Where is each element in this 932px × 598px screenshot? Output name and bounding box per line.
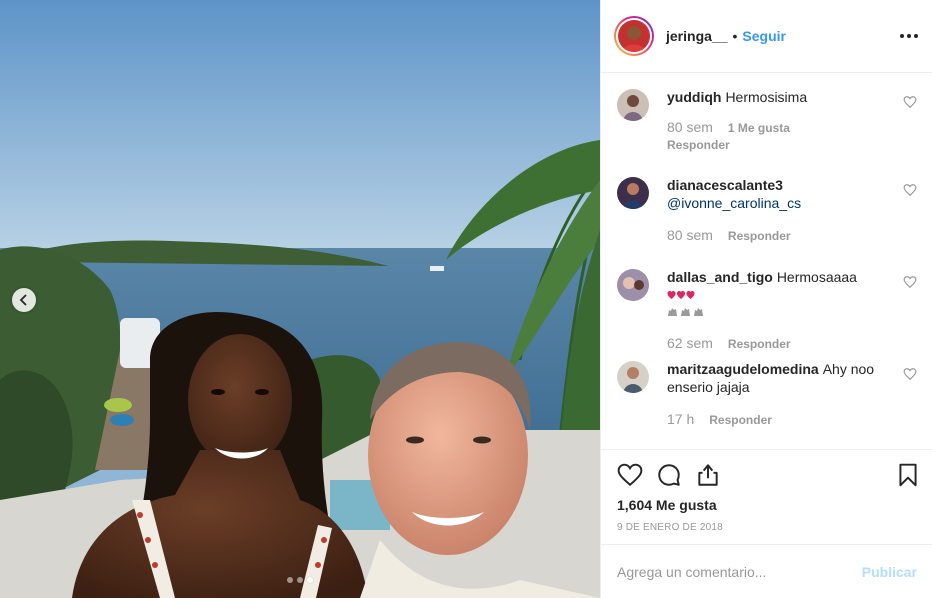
comment-text: dianacescalante3 @ivonne_carolina_cs xyxy=(667,176,879,212)
comment-input[interactable] xyxy=(617,563,862,580)
comment-item: dallas_and_tigo Hermosaaaa 62 sem Respon… xyxy=(617,268,917,352)
post-actions: 1,604 Me gusta 9 de enero de 2018 xyxy=(601,449,932,544)
carousel-prev-button[interactable] xyxy=(12,288,36,312)
reply-button[interactable]: Responder xyxy=(709,411,772,428)
comment-like-heart-icon[interactable] xyxy=(903,275,917,289)
publish-button[interactable]: Publicar xyxy=(862,564,917,580)
hearts-emoji-icon xyxy=(667,291,695,299)
comment-username[interactable]: maritzaagudelomedina xyxy=(667,361,819,377)
carousel-dot xyxy=(297,577,303,583)
commenter-avatar[interactable] xyxy=(617,269,649,301)
comment-meta: 80 sem Responder xyxy=(667,227,879,244)
comment-like-heart-icon[interactable] xyxy=(903,183,917,197)
chevron-left-icon xyxy=(19,294,27,306)
comment-username[interactable]: dianacescalante3 xyxy=(667,177,783,193)
comment-username[interactable]: dallas_and_tigo xyxy=(667,269,773,285)
owner-username[interactable]: jeringa__ xyxy=(666,28,727,44)
comment-text: dallas_and_tigo Hermosaaaa xyxy=(667,268,879,322)
comment-bubble-icon[interactable] xyxy=(656,462,682,488)
post-header: jeringa__ • Seguir xyxy=(601,0,932,73)
comment-time[interactable]: 80 sem xyxy=(667,119,713,136)
owner-avatar[interactable] xyxy=(614,16,654,56)
hands-emoji-icon xyxy=(668,308,703,316)
share-icon[interactable] xyxy=(695,462,721,488)
separator-dot: • xyxy=(732,28,738,44)
post-photo[interactable] xyxy=(0,0,600,598)
carousel-dot-active xyxy=(307,577,313,583)
carousel-indicator xyxy=(287,577,313,583)
comment-meta: 62 sem Responder xyxy=(667,335,879,352)
comments-list[interactable]: yuddiqh Hermosisima 80 sem 1 Me gusta Res… xyxy=(601,73,932,449)
comment-mention-link[interactable]: @ivonne_carolina_cs xyxy=(667,195,801,211)
reply-button[interactable]: Responder xyxy=(728,227,791,244)
comment-time[interactable]: 17 h xyxy=(667,411,694,428)
more-options-icon[interactable] xyxy=(900,26,918,46)
post-side-panel: jeringa__ • Seguir yuddiqh Hermosisima 80… xyxy=(600,0,932,598)
comment-like-heart-icon[interactable] xyxy=(903,95,917,109)
commenter-avatar[interactable] xyxy=(617,177,649,209)
heart-icon[interactable] xyxy=(617,462,643,488)
follow-button[interactable]: Seguir xyxy=(742,28,786,44)
comment-body: Hermosaaaa xyxy=(776,269,857,285)
post-date[interactable]: 9 de enero de 2018 xyxy=(617,522,723,533)
reply-button[interactable]: Responder xyxy=(728,335,791,352)
comment-text: yuddiqh Hermosisima xyxy=(667,88,879,106)
carousel-dot xyxy=(287,577,293,583)
owner-avatar-image xyxy=(618,20,650,52)
comment-like-heart-icon[interactable] xyxy=(903,367,917,381)
commenter-avatar[interactable] xyxy=(617,361,649,393)
comment-item: maritzaagudelomedina Ahy noo enserio jaja… xyxy=(617,360,917,428)
commenter-avatar[interactable] xyxy=(617,89,649,121)
comment-item: yuddiqh Hermosisima 80 sem 1 Me gusta Res… xyxy=(617,88,917,153)
comment-likes[interactable]: 1 Me gusta xyxy=(728,119,790,136)
comment-time[interactable]: 62 sem xyxy=(667,335,713,352)
comment-text: maritzaagudelomedina Ahy noo enserio jaja… xyxy=(667,360,879,396)
action-icons-row xyxy=(617,462,721,488)
comment-body: Hermosisima xyxy=(725,89,808,105)
reply-button[interactable]: Responder xyxy=(667,136,865,153)
comment-item: dianacescalante3 @ivonne_carolina_cs 80 … xyxy=(617,176,917,244)
comment-username[interactable]: yuddiqh xyxy=(667,89,721,105)
comment-time[interactable]: 80 sem xyxy=(667,227,713,244)
like-count[interactable]: 1,604 Me gusta xyxy=(617,497,717,513)
bookmark-icon[interactable] xyxy=(895,462,921,488)
comment-meta: 80 sem 1 Me gusta Responder xyxy=(667,119,879,153)
comment-meta: 17 h Responder xyxy=(667,411,879,428)
photo-scene xyxy=(0,0,600,598)
add-comment-bar: Publicar xyxy=(601,544,932,598)
